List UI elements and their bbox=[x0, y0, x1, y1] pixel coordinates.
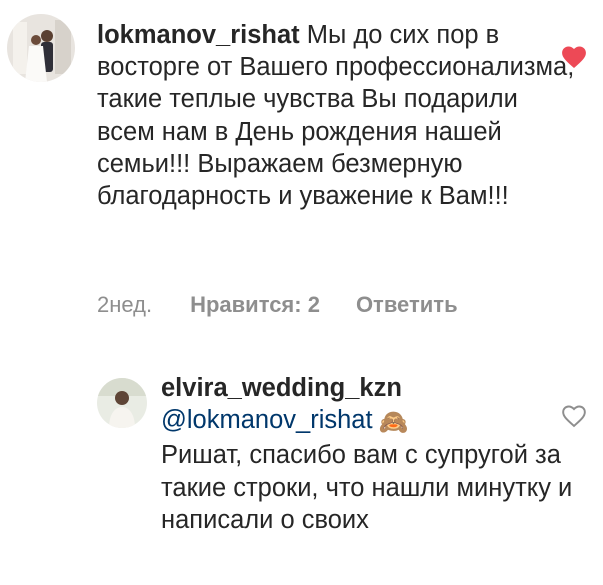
heart-filled-icon[interactable] bbox=[561, 45, 587, 69]
likes-count-link[interactable]: Нравится: 2 bbox=[190, 292, 320, 318]
avatar-photo-icon bbox=[7, 14, 75, 82]
comment-meta: 2нед. Нравится: 2 Ответить bbox=[97, 292, 458, 318]
avatar-photo-icon bbox=[97, 378, 147, 428]
comment-username[interactable]: elvira_wedding_kzn bbox=[161, 374, 402, 402]
comment-body: Ришат, спасибо вам с супругой за такие с… bbox=[161, 441, 573, 534]
comment-username[interactable]: lokmanov_rishat bbox=[97, 21, 300, 49]
avatar[interactable] bbox=[7, 14, 75, 82]
reply-button[interactable]: Ответить bbox=[356, 292, 458, 318]
comment-body: Мы до сих пор в восторге от Вашего профе… bbox=[97, 21, 575, 211]
comment-timestamp: 2нед. bbox=[97, 292, 153, 317]
see-no-evil-monkey-icon: 🙈 bbox=[378, 409, 409, 437]
comment-text: elvira_wedding_kzn @lokmanov_rishat 🙈 Риш… bbox=[161, 372, 581, 536]
comment-text: lokmanov_rishat Мы до сих пор в восторге… bbox=[97, 19, 577, 212]
heart-outline-icon[interactable] bbox=[561, 404, 587, 428]
mention-link[interactable]: @lokmanov_rishat bbox=[161, 406, 373, 434]
avatar[interactable] bbox=[97, 378, 147, 428]
